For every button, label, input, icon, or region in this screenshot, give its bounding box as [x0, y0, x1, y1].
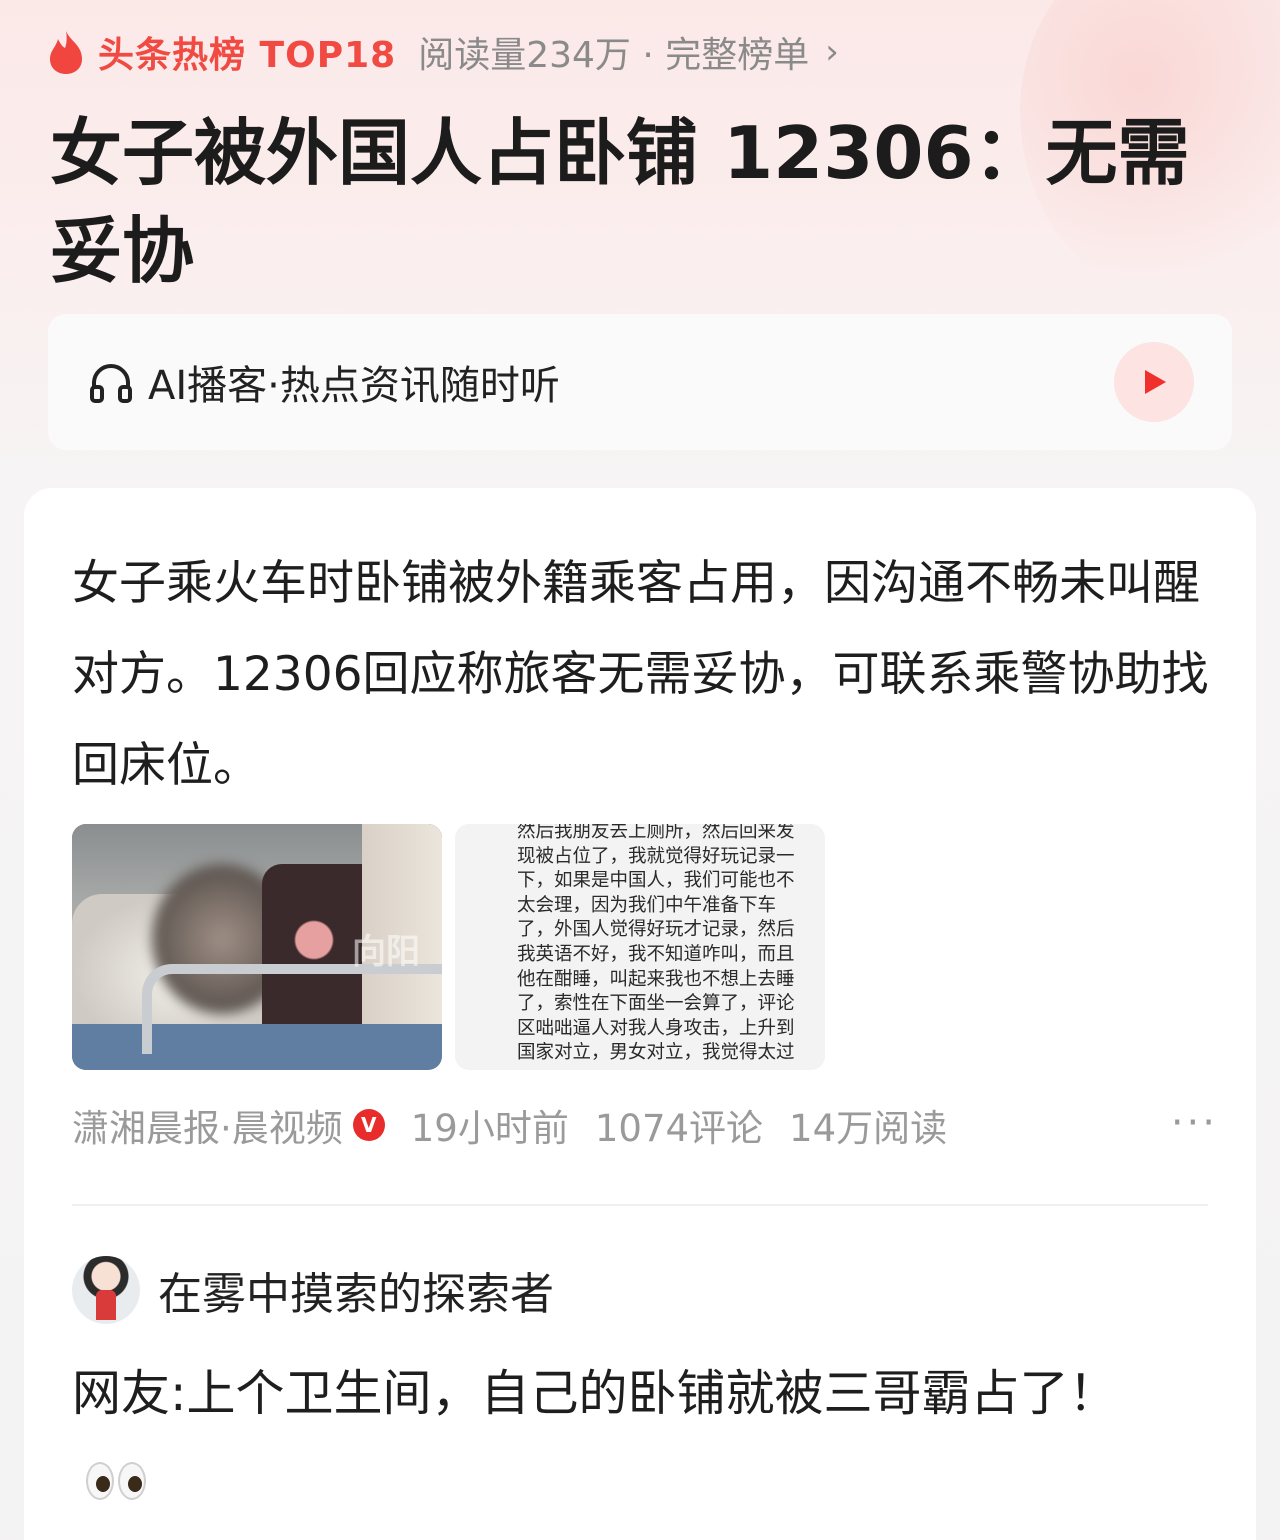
article-meta: 潇湘晨报·晨视频 V 19小时前 1074评论 14万阅读	[72, 1100, 947, 1150]
eyes-emoji-icon	[86, 1461, 146, 1500]
article-comment-count[interactable]: 1074评论	[595, 1098, 763, 1152]
article-source[interactable]: 潇湘晨报·晨视频	[72, 1098, 343, 1152]
play-icon	[1145, 370, 1166, 394]
verified-badge-icon: V	[352, 1109, 385, 1141]
page-title: 女子被外国人占卧铺 12306：无需妥协	[50, 111, 1190, 293]
comment-user-name[interactable]: 在雾中摸索的探索者	[158, 1258, 554, 1322]
avatar[interactable]	[72, 1256, 140, 1324]
more-options-icon[interactable]: ···	[1171, 1100, 1218, 1146]
comment-body: 网友:上个卫生间，自己的卧铺就被三哥霸占了！	[72, 1365, 1118, 1422]
article-time: 19小时前	[410, 1107, 569, 1150]
hot-list-header[interactable]: 头条热榜 TOP18 阅读量234万 · 完整榜单 ›	[46, 28, 839, 76]
image-watermark: 向阳	[352, 932, 420, 972]
screenshot-text: 然后我朋友去上厕所，然后回来发现被占位了，我就觉得好玩记录一下，如果是中国人，我…	[517, 824, 795, 1064]
article-card[interactable]: 女子乘火车时卧铺被外籍乘客占用，因沟通不畅未叫醒对方。12306回应称旅客无需妥…	[24, 488, 1256, 1540]
article-summary[interactable]: 女子乘火车时卧铺被外籍乘客占用，因沟通不畅未叫醒对方。12306回应称旅客无需妥…	[72, 538, 1212, 811]
eye-left	[86, 1461, 114, 1500]
comment-text[interactable]: 网友:上个卫生间，自己的卧铺就被三哥霸占了！	[72, 1352, 1192, 1520]
hot-list-rank-label[interactable]: 头条热榜 TOP18	[98, 26, 396, 78]
ai-podcast-bar[interactable]: AI播客·热点资讯随时听	[48, 314, 1232, 450]
eye-right	[118, 1461, 146, 1500]
article-image-text-screenshot[interactable]: 然后我朋友去上厕所，然后回来发现被占位了，我就觉得好玩记录一下，如果是中国人，我…	[455, 824, 825, 1070]
article-image-video-still[interactable]: 向阳	[72, 824, 442, 1070]
comment-author[interactable]: 在雾中摸索的探索者	[72, 1256, 554, 1324]
flame-icon	[50, 31, 82, 74]
article-read-count: 14万阅读	[789, 1107, 948, 1150]
play-button[interactable]	[1114, 342, 1194, 422]
divider	[72, 1204, 1208, 1206]
hot-list-meta[interactable]: 阅读量234万 · 完整榜单	[418, 26, 809, 78]
podcast-label: AI播客·热点资讯随时听	[148, 363, 560, 409]
chevron-right-icon[interactable]: ›	[825, 32, 839, 72]
headphone-icon	[90, 364, 132, 403]
image-bed-rail	[142, 964, 442, 1054]
